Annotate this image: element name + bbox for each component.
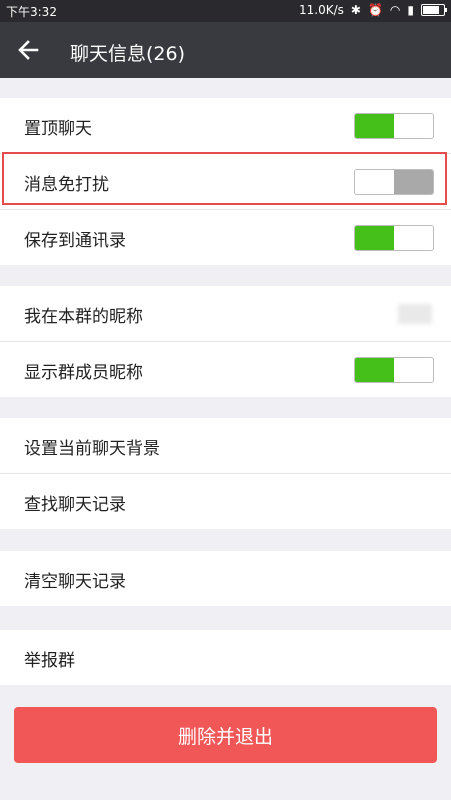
- save-to-contacts-row[interactable]: 保存到通讯录: [0, 210, 451, 265]
- save-to-contacts-toggle[interactable]: [354, 225, 434, 251]
- wifi-icon: ◠: [389, 3, 401, 17]
- settings-group-3: 设置当前聊天背景 查找聊天记录: [0, 418, 451, 529]
- clear-chat-history-row[interactable]: 清空聊天记录: [0, 551, 451, 606]
- back-button[interactable]: [8, 30, 48, 70]
- toggle-track: [355, 114, 394, 138]
- status-time: 下午3:32: [6, 5, 57, 19]
- search-chat-history-label: 查找聊天记录: [24, 495, 126, 515]
- set-chat-background-row[interactable]: 设置当前聊天背景: [0, 418, 451, 474]
- toggle-knob: [394, 358, 433, 382]
- show-member-nicknames-row[interactable]: 显示群成员昵称: [0, 342, 451, 397]
- settings-group-4: 清空聊天记录: [0, 551, 451, 606]
- clear-chat-history-label: 清空聊天记录: [24, 572, 126, 592]
- status-bar: 下午3:32 11.0K/s ✱ ⏰ ◠ ▮: [0, 0, 451, 22]
- toggle-track: [355, 358, 394, 382]
- toggle-knob: [394, 226, 433, 250]
- network-speed: 11.0K/s: [299, 3, 344, 17]
- settings-group-2: 我在本群的昵称 显示群成员昵称: [0, 286, 451, 397]
- pin-chat-toggle[interactable]: [354, 113, 434, 139]
- bluetooth-icon: ✱: [350, 3, 361, 17]
- battery-icon: [421, 4, 447, 16]
- my-group-nickname-row[interactable]: 我在本群的昵称: [0, 286, 451, 342]
- report-group-row[interactable]: 举报群: [0, 630, 451, 685]
- signal-icon: ▮: [407, 3, 414, 17]
- report-group-label: 举报群: [24, 651, 75, 671]
- pin-chat-label: 置顶聊天: [24, 119, 92, 139]
- battery-level: [423, 6, 439, 14]
- arrow-left-icon: [18, 40, 39, 60]
- settings-group-5: 举报群: [0, 630, 451, 685]
- alarm-icon: ⏰: [367, 3, 383, 17]
- highlight-box: [2, 152, 447, 205]
- toggle-knob: [394, 114, 433, 138]
- toggle-track: [355, 226, 394, 250]
- save-to-contacts-label: 保存到通讯录: [24, 231, 126, 251]
- page-title: 聊天信息(26): [70, 43, 186, 65]
- status-icons: 11.0K/s ✱ ⏰ ◠ ▮: [299, 3, 447, 17]
- nickname-value-blurred: [398, 304, 432, 324]
- search-chat-history-row[interactable]: 查找聊天记录: [0, 474, 451, 529]
- delete-and-exit-button[interactable]: 删除并退出: [14, 707, 437, 763]
- my-group-nickname-label: 我在本群的昵称: [24, 307, 143, 327]
- app-bar: 聊天信息(26): [0, 22, 451, 78]
- show-member-nicknames-label: 显示群成员昵称: [24, 363, 143, 383]
- pin-chat-row[interactable]: 置顶聊天: [0, 98, 451, 154]
- set-chat-background-label: 设置当前聊天背景: [24, 439, 160, 459]
- show-member-nicknames-toggle[interactable]: [354, 357, 434, 383]
